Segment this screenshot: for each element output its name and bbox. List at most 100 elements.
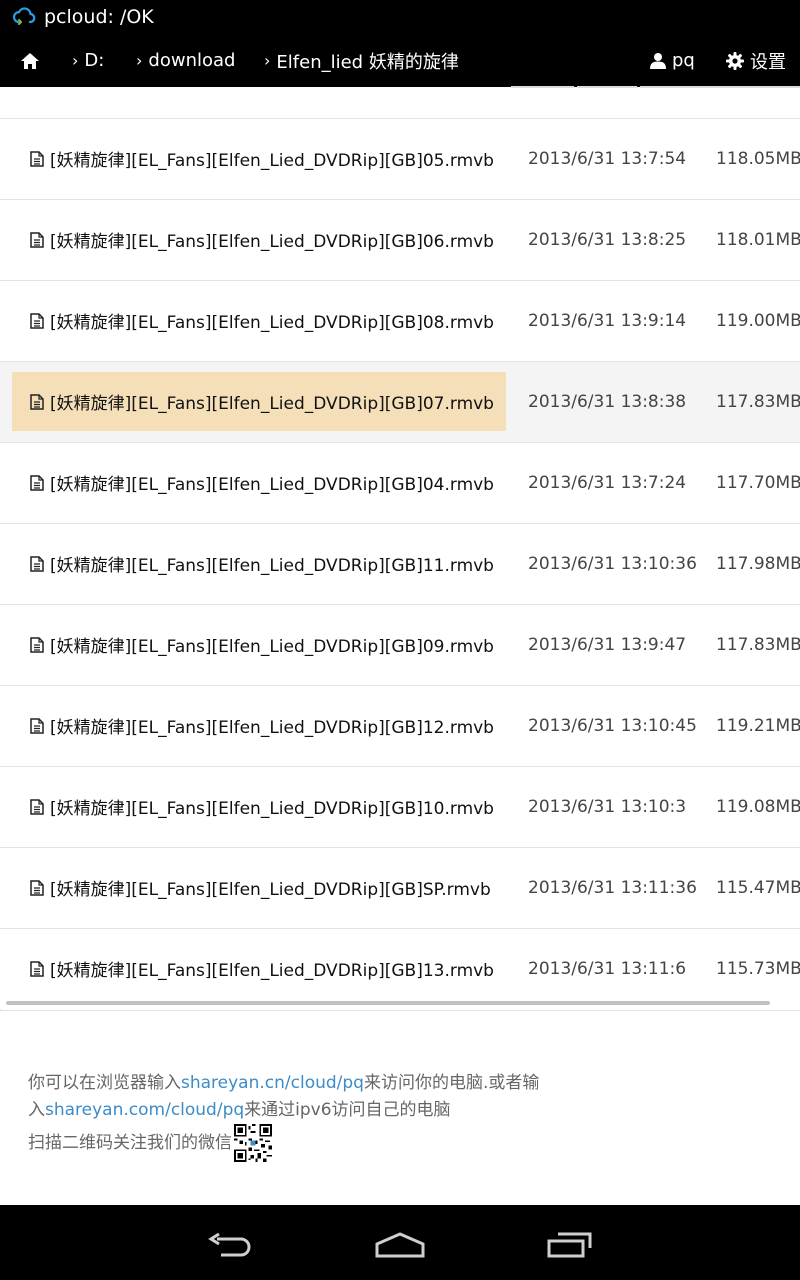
- file-icon: [30, 555, 44, 572]
- file-name-cell[interactable]: [妖精旋律][EL_Fans][Elfen_Lied_DVDRip][GB]09…: [12, 615, 506, 674]
- back-button[interactable]: [200, 1225, 260, 1265]
- footer-text: 你可以在浏览器输入: [28, 1073, 181, 1093]
- settings-label: 设置: [750, 51, 786, 73]
- footer-line-2: 入shareyan.com/cloud/pq来通过ipv6访问自己的电脑: [28, 1097, 588, 1124]
- file-name: [妖精旋律][EL_Fans][Elfen_Lied_DVDRip][GB]04…: [50, 475, 494, 495]
- horizontal-scrollbar[interactable]: [6, 1001, 770, 1005]
- file-name: [妖精旋律][EL_Fans][Elfen_Lied_DVDRip][GB]SP…: [50, 880, 491, 900]
- home-button[interactable]: [20, 34, 40, 87]
- list-spacer-row: [0, 88, 800, 118]
- list-bottom-border: [0, 1010, 800, 1011]
- file-name-cell[interactable]: [妖精旋律][EL_Fans][Elfen_Lied_DVDRip][GB]08…: [12, 291, 506, 350]
- user-button[interactable]: pq: [650, 34, 695, 87]
- link-shareyan-com[interactable]: shareyan.com/cloud/pq: [45, 1100, 244, 1120]
- breadcrumb-item-drive[interactable]: › D:: [72, 34, 104, 87]
- file-size: 119.00MB: [716, 311, 800, 331]
- file-name: [妖精旋律][EL_Fans][Elfen_Lied_DVDRip][GB]07…: [50, 394, 494, 414]
- footer-line-1: 你可以在浏览器输入shareyan.cn/cloud/pq来访问你的电脑.或者输: [28, 1070, 588, 1097]
- file-date: 2013/6/31 13:10:3: [528, 797, 687, 817]
- chevron-right-icon: ›: [72, 51, 79, 70]
- file-name: [妖精旋律][EL_Fans][Elfen_Lied_DVDRip][GB]12…: [50, 718, 494, 738]
- file-name: [妖精旋律][EL_Fans][Elfen_Lied_DVDRip][GB]06…: [50, 232, 494, 252]
- file-size: 115.73MB: [716, 959, 800, 979]
- home-nav-button[interactable]: [370, 1225, 430, 1265]
- file-size: 117.83MB: [716, 635, 800, 655]
- link-shareyan-cn[interactable]: shareyan.cn/cloud/pq: [181, 1073, 364, 1093]
- file-size: 117.70MB: [716, 473, 800, 493]
- file-date: 2013/6/31 13:7:54: [528, 149, 687, 169]
- file-icon: [30, 960, 44, 977]
- file-name-cell[interactable]: [妖精旋律][EL_Fans][Elfen_Lied_DVDRip][GB]04…: [12, 453, 506, 512]
- back-icon: [208, 1233, 251, 1257]
- breadcrumb-label: Elfen_lied 妖精的旋律: [276, 51, 459, 73]
- file-name-cell[interactable]: [妖精旋律][EL_Fans][Elfen_Lied_DVDRip][GB]05…: [12, 129, 506, 188]
- breadcrumb-item-download[interactable]: › download: [136, 34, 235, 87]
- file-date: 2013/6/31 13:8:38: [528, 392, 687, 412]
- file-icon: [30, 798, 44, 815]
- file-row[interactable]: [妖精旋律][EL_Fans][Elfen_Lied_DVDRip][GB]11…: [0, 523, 800, 604]
- file-row[interactable]: [妖精旋律][EL_Fans][Elfen_Lied_DVDRip][GB]12…: [0, 685, 800, 766]
- file-row[interactable]: [妖精旋律][EL_Fans][Elfen_Lied_DVDRip][GB]10…: [0, 766, 800, 847]
- file-icon: [30, 150, 44, 167]
- file-date: 2013/6/31 13:11:6: [528, 959, 687, 979]
- file-row[interactable]: [妖精旋律][EL_Fans][Elfen_Lied_DVDRip][GB]06…: [0, 199, 800, 280]
- file-name-cell[interactable]: [妖精旋律][EL_Fans][Elfen_Lied_DVDRip][GB]10…: [12, 777, 506, 836]
- breadcrumb-item-folder[interactable]: › Elfen_lied 妖精的旋律: [264, 34, 459, 87]
- user-label: pq: [672, 50, 695, 71]
- footer-text: 扫描二维码关注我们的微信: [28, 1133, 232, 1153]
- file-list: [妖精旋律][EL_Fans][Elfen_Lied_DVDRip][GB]05…: [0, 88, 800, 1009]
- qr-code-icon: [234, 1124, 272, 1162]
- file-size: 115.47MB: [716, 878, 800, 898]
- file-icon: [30, 879, 44, 896]
- recent-apps-button[interactable]: [540, 1225, 600, 1265]
- file-date: 2013/6/31 13:9:14: [528, 311, 687, 331]
- file-name: [妖精旋律][EL_Fans][Elfen_Lied_DVDRip][GB]05…: [50, 151, 494, 171]
- file-size: 117.83MB: [716, 392, 800, 412]
- file-name-cell[interactable]: [妖精旋律][EL_Fans][Elfen_Lied_DVDRip][GB]13…: [12, 939, 506, 998]
- file-icon: [30, 312, 44, 329]
- file-date: 2013/6/31 13:10:45: [528, 716, 697, 736]
- chevron-right-icon: ›: [136, 51, 143, 70]
- footer-line-3: 扫描二维码关注我们的微信: [28, 1124, 588, 1162]
- file-icon: [30, 474, 44, 491]
- footer-text: 来通过ipv6访问自己的电脑: [244, 1100, 451, 1120]
- file-name-cell[interactable]: [妖精旋律][EL_Fans][Elfen_Lied_DVDRip][GB]07…: [12, 372, 506, 431]
- file-size: 118.01MB: [716, 230, 800, 250]
- file-row[interactable]: [妖精旋律][EL_Fans][Elfen_Lied_DVDRip][GB]07…: [0, 361, 800, 442]
- home-outline-icon: [375, 1232, 425, 1258]
- breadcrumb-label: download: [148, 50, 236, 71]
- system-nav-bar: [0, 1205, 800, 1280]
- file-date: 2013/6/31 13:8:25: [528, 230, 687, 250]
- file-name-cell[interactable]: [妖精旋律][EL_Fans][Elfen_Lied_DVDRip][GB]11…: [12, 534, 506, 593]
- file-name-cell[interactable]: [妖精旋律][EL_Fans][Elfen_Lied_DVDRip][GB]06…: [12, 210, 506, 269]
- file-row[interactable]: [妖精旋律][EL_Fans][Elfen_Lied_DVDRip][GB]SP…: [0, 847, 800, 928]
- file-date: 2013/6/31 13:7:24: [528, 473, 687, 493]
- footer-text: 入: [28, 1100, 45, 1120]
- file-name-cell[interactable]: [妖精旋律][EL_Fans][Elfen_Lied_DVDRip][GB]SP…: [12, 858, 506, 917]
- recent-apps-icon: [547, 1232, 592, 1258]
- file-name-cell[interactable]: [妖精旋律][EL_Fans][Elfen_Lied_DVDRip][GB]12…: [12, 696, 506, 755]
- breadcrumb: › D: › download › Elfen_lied 妖精的旋律 pq 设置: [0, 34, 800, 87]
- settings-button[interactable]: 设置: [726, 34, 786, 87]
- file-size: 119.08MB: [716, 797, 800, 817]
- footer-info: 你可以在浏览器输入shareyan.cn/cloud/pq来访问你的电脑.或者输…: [28, 1070, 588, 1162]
- file-name: [妖精旋律][EL_Fans][Elfen_Lied_DVDRip][GB]08…: [50, 313, 494, 333]
- file-name: [妖精旋律][EL_Fans][Elfen_Lied_DVDRip][GB]09…: [50, 637, 494, 657]
- file-icon: [30, 636, 44, 653]
- footer-text: 来访问你的电脑.或者输: [363, 1073, 540, 1093]
- file-row[interactable]: [妖精旋律][EL_Fans][Elfen_Lied_DVDRip][GB]13…: [0, 928, 800, 1009]
- file-name: [妖精旋律][EL_Fans][Elfen_Lied_DVDRip][GB]10…: [50, 799, 494, 819]
- file-row[interactable]: [妖精旋律][EL_Fans][Elfen_Lied_DVDRip][GB]04…: [0, 442, 800, 523]
- breadcrumb-label: D:: [84, 50, 105, 71]
- gear-icon: [726, 51, 744, 70]
- file-size: 117.98MB: [716, 554, 800, 574]
- status-bar: pcloud: /OK: [0, 0, 800, 34]
- file-row[interactable]: [妖精旋律][EL_Fans][Elfen_Lied_DVDRip][GB]05…: [0, 118, 800, 199]
- file-row[interactable]: [妖精旋律][EL_Fans][Elfen_Lied_DVDRip][GB]09…: [0, 604, 800, 685]
- file-date: 2013/6/31 13:9:47: [528, 635, 687, 655]
- home-icon: [21, 52, 39, 69]
- file-date: 2013/6/31 13:11:36: [528, 878, 697, 898]
- file-row[interactable]: [妖精旋律][EL_Fans][Elfen_Lied_DVDRip][GB]08…: [0, 280, 800, 361]
- file-icon: [30, 393, 44, 410]
- file-size: 119.21MB: [716, 716, 800, 736]
